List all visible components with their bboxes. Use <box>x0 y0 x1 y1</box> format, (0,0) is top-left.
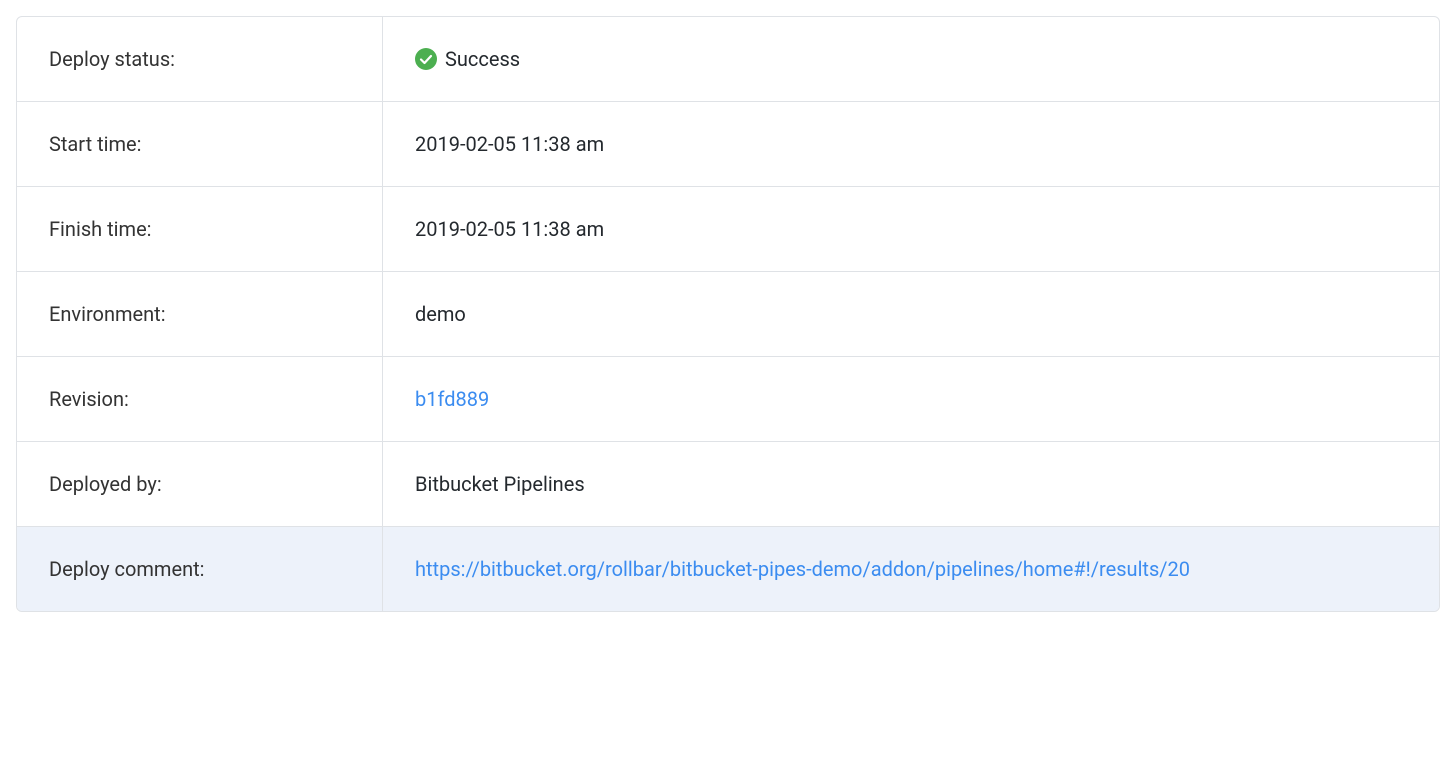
deploy-status-value: Success <box>383 17 1439 101</box>
environment-label: Environment: <box>17 272 383 356</box>
environment-value: demo <box>383 272 1439 356</box>
deploy-status-text: Success <box>445 47 520 71</box>
revision-link[interactable]: b1fd889 <box>415 387 489 411</box>
finish-time-label: Finish time: <box>17 187 383 271</box>
deploy-comment-label: Deploy comment: <box>17 527 383 611</box>
start-time-row: Start time: 2019-02-05 11:38 am <box>17 102 1439 187</box>
revision-value-cell: b1fd889 <box>383 357 1439 441</box>
deployed-by-value: Bitbucket Pipelines <box>383 442 1439 526</box>
deployed-by-row: Deployed by: Bitbucket Pipelines <box>17 442 1439 527</box>
environment-row: Environment: demo <box>17 272 1439 357</box>
deploy-comment-link[interactable]: https://bitbucket.org/rollbar/bitbucket-… <box>415 557 1190 581</box>
revision-label: Revision: <box>17 357 383 441</box>
start-time-label: Start time: <box>17 102 383 186</box>
deploy-comment-value-cell: https://bitbucket.org/rollbar/bitbucket-… <box>383 527 1439 611</box>
success-check-icon <box>415 48 437 70</box>
revision-row: Revision: b1fd889 <box>17 357 1439 442</box>
deploy-comment-row: Deploy comment: https://bitbucket.org/ro… <box>17 527 1439 611</box>
deploy-details-table: Deploy status: Success Start time: 2019-… <box>16 16 1440 612</box>
deploy-status-label: Deploy status: <box>17 17 383 101</box>
deploy-status-row: Deploy status: Success <box>17 17 1439 102</box>
finish-time-row: Finish time: 2019-02-05 11:38 am <box>17 187 1439 272</box>
start-time-value: 2019-02-05 11:38 am <box>383 102 1439 186</box>
deployed-by-label: Deployed by: <box>17 442 383 526</box>
finish-time-value: 2019-02-05 11:38 am <box>383 187 1439 271</box>
